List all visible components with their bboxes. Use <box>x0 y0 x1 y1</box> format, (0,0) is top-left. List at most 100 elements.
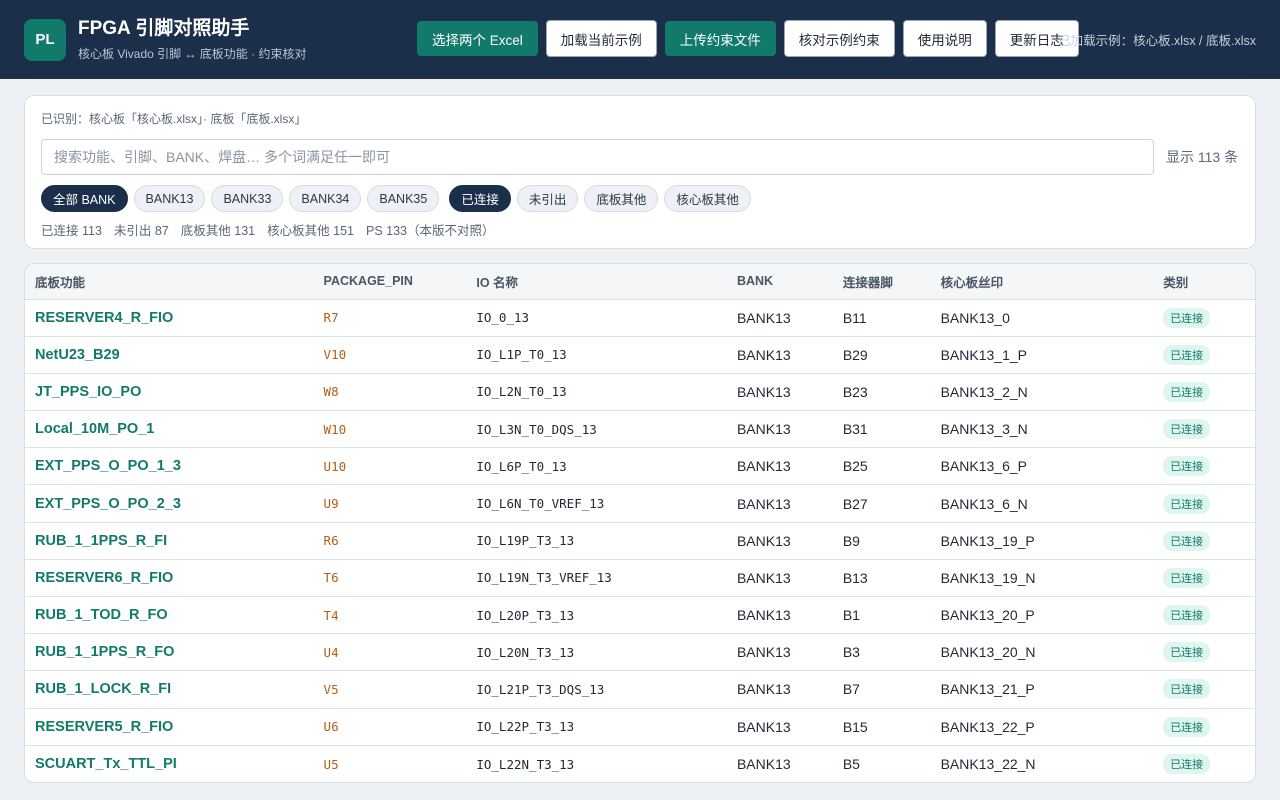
status-badge: 已连接 <box>1163 642 1211 663</box>
load-example-button[interactable]: 加载当前示例 <box>545 20 657 57</box>
cell-package-pin: U6 <box>313 708 467 746</box>
cell-connector-pin: B29 <box>832 336 931 374</box>
cell-category: 已连接 <box>1153 708 1255 746</box>
cell-function: Local_10M_PO_1 <box>25 410 314 449</box>
col-header-io-name[interactable]: IO 名称 <box>466 264 727 300</box>
chip-bank34[interactable]: BANK34 <box>289 185 362 212</box>
cell-bank: BANK13 <box>726 484 833 523</box>
cell-category: 已连接 <box>1153 596 1255 635</box>
cell-silkscreen: BANK13_22_N <box>940 756 1036 773</box>
table-row[interactable]: EXT_PPS_O_PO_1_3 U10 IO_L6P_T0_13 BANK13 B25… <box>25 447 1255 486</box>
cell-silkscreen: BANK13_20_P <box>930 596 1154 635</box>
table-row[interactable]: RUB_1_TOD_R_FO T4 IO_L20P_T3_13 BANK13 B1 BAN… <box>25 596 1255 635</box>
col-header-function[interactable]: 底板功能 <box>25 264 314 300</box>
col-header-connector-pin[interactable]: 连接器脚 <box>832 264 931 300</box>
detected-files: 已识别：核心板「核心板.xlsx」· 底板「底板.xlsx」 <box>41 112 307 126</box>
app-title: FPGA 引脚对照助手 <box>78 17 250 39</box>
table-row[interactable]: EXT_PPS_O_PO_2_3 U9 IO_L6N_T0_VREF_13 BANK1… <box>25 484 1255 523</box>
cell-io-name: IO_L19N_T3_VREF_13 <box>466 559 727 598</box>
cell-silkscreen: BANK13_20_N <box>930 633 1154 672</box>
cell-function: RESERVER6_R_FIO <box>25 559 314 598</box>
chip-not-routed[interactable]: 未引出 <box>516 185 579 212</box>
cell-function: RUB_1_1PPS_R_FO <box>25 633 314 672</box>
cell-function: RUB_1_LOCK_R_FI <box>25 670 314 709</box>
search-row: 显示 113 条 <box>41 139 1239 175</box>
cell-function: NetU23_B29 <box>25 336 314 374</box>
table-row[interactable]: RESERVER4_R_FIO R7 IO_0_13 BANK13 B11 BANK13_… <box>25 299 1255 337</box>
status-badge: 已连接 <box>1163 456 1211 477</box>
col-header-silkscreen[interactable]: 核心板丝印 <box>930 264 1154 300</box>
table-body: RESERVER4_R_FIO R7 IO_0_13 BANK13 B11 BANK13_… <box>25 299 1255 782</box>
table-row[interactable]: RUB_1_1PPS_R_FO U4 IO_L20N_T3_13 BANK13 B3 BA… <box>25 633 1255 672</box>
col-header-category[interactable]: 类别 <box>1153 264 1255 300</box>
cell-package-pin: R6 <box>313 522 467 560</box>
stats-row: 已连接 113 未引出 87 底板其他 131 核心板其他 151 PS 133… <box>41 220 1239 239</box>
cell-connector-pin: B3 <box>832 633 931 672</box>
status-badge: 已连接 <box>1163 605 1211 626</box>
chip-bank33[interactable]: BANK33 <box>211 185 284 212</box>
chip-connected[interactable]: 已连接 <box>449 185 511 212</box>
stat-connected: 已连接 113 <box>41 224 102 238</box>
cell-connector-pin: B11 <box>832 299 931 337</box>
cell-bank: BANK13 <box>726 559 833 598</box>
cell-function: SCUART_Tx_TTL_PI <box>35 756 177 773</box>
status-badge: 已连接 <box>1163 493 1211 514</box>
cell-connector-pin: B27 <box>832 484 931 523</box>
table-row[interactable]: RUB_1_LOCK_R_FI V5 IO_L21P_T3_DQS_13 BANK13… <box>25 670 1255 709</box>
cell-io-name: IO_L21P_T3_DQS_13 <box>466 670 727 709</box>
cell-package-pin: T4 <box>313 596 467 635</box>
table-row[interactable]: SCUART_Tx_TTL_PI U5 IO_L22N_T3_13 BANK13 B5 B… <box>25 745 1255 782</box>
status-badge: 已连接 <box>1163 530 1211 551</box>
upload-constraint-button[interactable]: 上传约束文件 <box>664 21 776 56</box>
col-header-bank[interactable]: BANK <box>726 264 833 300</box>
chip-coreboard-other[interactable]: 核心板其他 <box>664 185 751 212</box>
cell-io-name: IO_L1P_T0_13 <box>466 336 727 374</box>
filter-chips: 全部 BANK BANK13 BANK33 BANK34 BANK35 已连接 … <box>41 185 1239 212</box>
cell-package-pin: W10 <box>313 410 467 449</box>
app-subtitle: 核心板 Vivado 引脚 ↔ 底板功能 · 约束核对 <box>78 46 307 61</box>
result-count: 显示 113 条 <box>1166 149 1239 165</box>
cell-silkscreen: BANK13_6_P <box>930 447 1154 486</box>
brand: FPGA 引脚对照助手 核心板 Vivado 引脚 ↔ 底板功能 · 约束核对 <box>78 18 306 62</box>
cell-silkscreen: BANK13_21_P <box>930 670 1154 709</box>
table-row[interactable]: Local_10M_PO_1 W10 IO_L3N_T0_DQS_13 BANK13 B… <box>25 410 1255 449</box>
cell-bank: BANK13 <box>726 299 833 337</box>
cell-connector-pin: B13 <box>832 559 931 598</box>
help-button[interactable]: 使用说明 <box>902 20 987 57</box>
cell-function: EXT_PPS_O_PO_1_3 <box>25 447 314 486</box>
cell-function: RESERVER4_R_FIO <box>25 299 314 337</box>
stat-baseboard-other: 底板其他 131 <box>180 224 256 238</box>
chip-baseboard-other[interactable]: 底板其他 <box>584 185 659 212</box>
cell-bank: BANK13 <box>726 410 833 449</box>
app-logo: PL <box>24 18 66 61</box>
table-row[interactable]: RESERVER6_R_FIO T6 IO_L19N_T3_VREF_13 BANK1… <box>25 559 1255 598</box>
cell-silkscreen: BANK13_22_P <box>930 708 1154 746</box>
col-header-package-pin[interactable]: PACKAGE_PIN <box>313 264 467 300</box>
stat-not-routed: 未引出 87 <box>113 224 169 238</box>
check-constraint-button[interactable]: 核对示例约束 <box>783 20 895 57</box>
chip-all-bank[interactable]: 全部 BANK <box>41 185 128 212</box>
table-row[interactable]: NetU23_B29 V10 IO_L1P_T0_13 BANK13 B29 BANK13… <box>25 336 1255 374</box>
cell-connector-pin: B25 <box>832 447 931 486</box>
cell-category: 已连接 <box>1153 484 1255 523</box>
cell-silkscreen: BANK13_0 <box>930 299 1154 337</box>
chip-bank35[interactable]: BANK35 <box>367 185 440 212</box>
cell-package-pin: V5 <box>313 670 467 709</box>
table-row[interactable]: JT_PPS_IO_PO W8 IO_L2N_T0_13 BANK13 B23 BANK1… <box>25 373 1255 412</box>
cell-package-pin: U5 <box>323 756 339 772</box>
chip-bank13[interactable]: BANK13 <box>133 185 206 212</box>
select-excel-button[interactable]: 选择两个 Excel <box>417 21 538 56</box>
cell-io-name: IO_L22N_T3_13 <box>476 756 575 772</box>
cell-connector-pin: B7 <box>832 670 931 709</box>
table-row[interactable]: RUB_1_1PPS_R_FI R6 IO_L19P_T3_13 BANK13 B9 BA… <box>25 522 1255 560</box>
cell-silkscreen: BANK13_19_P <box>930 522 1154 560</box>
status-badge: 已连接 <box>1163 419 1211 440</box>
cell-package-pin: U4 <box>313 633 467 672</box>
cell-bank: BANK13 <box>726 633 833 672</box>
toolbar: 选择两个 Excel 加载当前示例 上传约束文件 核对示例约束 使用说明 更新日… <box>417 20 1087 57</box>
search-input[interactable] <box>41 139 1154 175</box>
filter-panel: 已识别：核心板「核心板.xlsx」· 底板「底板.xlsx」 显示 113 条 … <box>24 95 1256 249</box>
cell-connector-pin: B31 <box>832 410 931 449</box>
cell-bank: BANK13 <box>726 596 833 635</box>
table-row[interactable]: RESERVER5_R_FIO U6 IO_L22P_T3_13 BANK13 B15 B… <box>25 708 1255 746</box>
